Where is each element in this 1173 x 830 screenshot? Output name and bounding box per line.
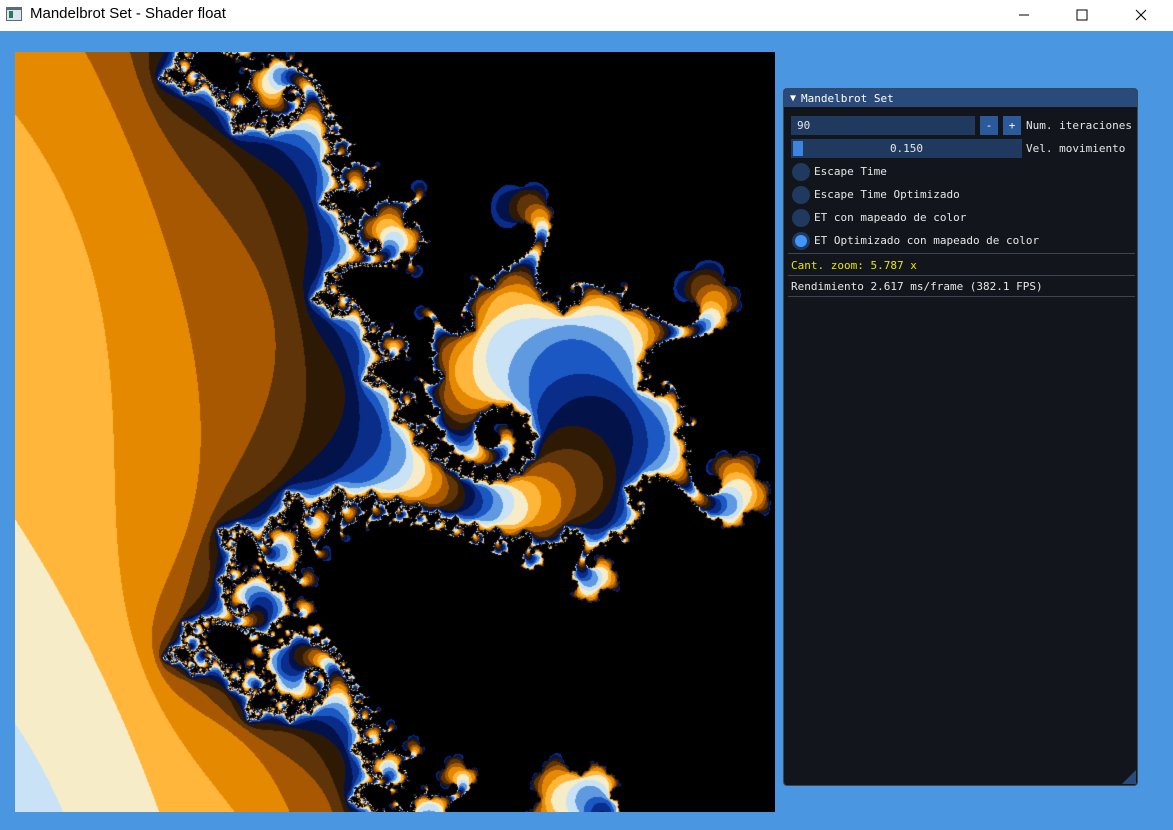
mode-radio-escape-time-optimized[interactable]: Escape Time Optimizado <box>792 185 960 204</box>
panel-header[interactable]: ▼ Mandelbrot Set <box>784 89 1137 107</box>
app-icon <box>6 7 22 21</box>
panel-title: Mandelbrot Set <box>801 91 894 105</box>
performance-readout: Rendimiento 2.617 ms/frame (382.1 FPS) <box>791 280 1043 293</box>
mode-radio-escape-time[interactable]: Escape Time <box>792 162 887 181</box>
radio-label: Escape Time Optimizado <box>814 188 960 201</box>
mode-radio-et-optimized-color-mapping[interactable]: ET Optimizado con mapeado de color <box>792 231 1039 250</box>
radio-label: ET Optimizado con mapeado de color <box>814 234 1040 247</box>
iterations-decrement-button[interactable]: - <box>980 116 998 135</box>
maximize-button[interactable] <box>1053 0 1111 30</box>
minimize-icon <box>1019 14 1029 16</box>
iterations-label: Num. iteraciones <box>1026 119 1132 132</box>
radio-label: Escape Time <box>814 165 887 178</box>
radio-indicator[interactable] <box>792 162 810 181</box>
triangle-down-icon[interactable]: ▼ <box>790 93 796 104</box>
maximize-icon <box>1076 9 1088 21</box>
resize-grip[interactable] <box>1122 770 1136 784</box>
speed-label: Vel. movimiento <box>1026 142 1126 155</box>
speed-slider[interactable]: 0.150 <box>791 139 1022 158</box>
close-icon <box>1135 9 1147 21</box>
radio-indicator-selected[interactable] <box>792 231 810 250</box>
mandelbrot-canvas[interactable] <box>15 52 775 812</box>
radio-indicator[interactable] <box>792 185 810 204</box>
iterations-input[interactable]: 90 <box>791 116 975 135</box>
radio-label: ET con mapeado de color <box>814 211 967 224</box>
close-button[interactable] <box>1112 0 1170 30</box>
iterations-increment-button[interactable]: + <box>1003 116 1021 135</box>
radio-indicator[interactable] <box>792 208 810 227</box>
zoom-readout: Cant. zoom: 5.787 x <box>791 259 917 272</box>
mandelbrot-settings-panel: ▼ Mandelbrot Set 90 - + Num. iteraciones… <box>783 88 1138 786</box>
mode-radio-et-color-mapping[interactable]: ET con mapeado de color <box>792 208 966 227</box>
speed-value: 0.150 <box>889 142 924 155</box>
fractal-viewport[interactable] <box>15 52 775 812</box>
title-bar: Mandelbrot Set - Shader float <box>0 0 1173 31</box>
separator <box>788 275 1135 276</box>
separator <box>788 296 1135 297</box>
window-title: Mandelbrot Set - Shader float <box>30 5 226 22</box>
iterations-value: 90 <box>797 119 811 132</box>
minimize-button[interactable] <box>995 0 1053 30</box>
separator <box>788 253 1135 254</box>
